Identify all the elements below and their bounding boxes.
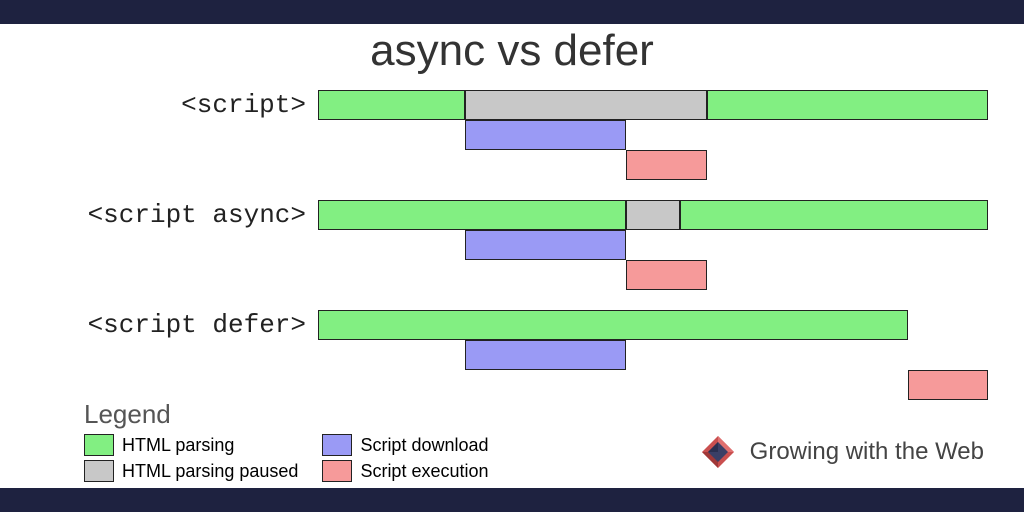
seg-download bbox=[465, 230, 626, 260]
row-label-script: <script> bbox=[181, 90, 306, 120]
attribution-text: Growing with the Web bbox=[750, 438, 984, 466]
seg-download bbox=[465, 340, 626, 370]
seg-exec bbox=[908, 370, 988, 400]
header-bar bbox=[0, 0, 1024, 24]
diagram-title: async vs defer bbox=[0, 26, 1024, 76]
seg-download bbox=[465, 120, 626, 150]
seg-paused bbox=[465, 90, 706, 120]
legend-item: Script execution bbox=[322, 460, 488, 482]
timeline-area: <script> <script async> bbox=[0, 90, 1024, 410]
row-label-async: <script async> bbox=[88, 200, 306, 230]
legend-label: Script execution bbox=[360, 461, 488, 482]
swatch-exec bbox=[322, 460, 352, 482]
logo-icon bbox=[696, 430, 740, 474]
row-script-async: <script async> bbox=[0, 200, 1024, 310]
attribution: Growing with the Web bbox=[696, 430, 984, 474]
footer-bar bbox=[0, 488, 1024, 512]
legend-label: HTML parsing paused bbox=[122, 461, 298, 482]
track-main bbox=[318, 200, 988, 232]
row-script-defer: <script defer> bbox=[0, 310, 1024, 410]
legend-label: Script download bbox=[360, 435, 488, 456]
seg-exec bbox=[626, 260, 706, 290]
swatch-parse bbox=[84, 434, 114, 456]
track-exec bbox=[318, 260, 988, 292]
track-exec bbox=[318, 370, 988, 402]
track-main bbox=[318, 90, 988, 122]
swatch-download bbox=[322, 434, 352, 456]
row-label-defer: <script defer> bbox=[88, 310, 306, 340]
legend: Legend HTML parsing Script download HTML… bbox=[84, 399, 489, 482]
row-script: <script> bbox=[0, 90, 1024, 200]
legend-item: HTML parsing paused bbox=[84, 460, 298, 482]
seg-parse bbox=[318, 310, 908, 340]
seg-paused bbox=[626, 200, 680, 230]
legend-title: Legend bbox=[84, 399, 489, 430]
legend-label: HTML parsing bbox=[122, 435, 234, 456]
legend-item: Script download bbox=[322, 434, 488, 456]
track-main bbox=[318, 310, 988, 342]
track-exec bbox=[318, 150, 988, 182]
seg-parse bbox=[707, 90, 988, 120]
seg-parse bbox=[318, 200, 626, 230]
seg-parse bbox=[680, 200, 988, 230]
swatch-paused bbox=[84, 460, 114, 482]
seg-parse bbox=[318, 90, 465, 120]
track-download bbox=[318, 340, 988, 372]
track-download bbox=[318, 120, 988, 152]
seg-exec bbox=[626, 150, 706, 180]
track-download bbox=[318, 230, 988, 262]
legend-item: HTML parsing bbox=[84, 434, 298, 456]
legend-grid: HTML parsing Script download HTML parsin… bbox=[84, 434, 489, 482]
